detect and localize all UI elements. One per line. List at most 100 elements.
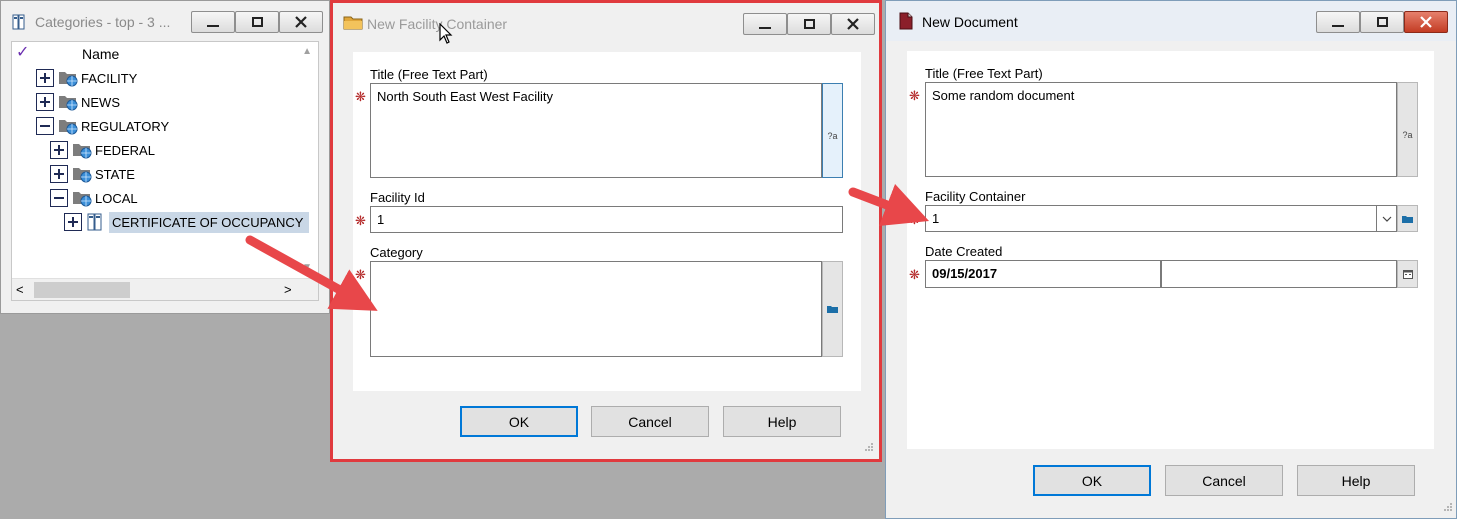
ok-button[interactable]: OK	[460, 406, 578, 437]
tree-item[interactable]: FEDERAL	[50, 139, 155, 161]
scroll-up-icon[interactable]: ▲	[302, 46, 312, 57]
category-label: Category	[370, 245, 423, 260]
collapse-icon[interactable]	[36, 117, 54, 135]
resize-grip-icon[interactable]	[863, 441, 873, 451]
chevron-down-icon	[1382, 216, 1391, 222]
folder-globe-icon	[72, 165, 92, 183]
horizontal-scrollbar[interactable]: < >	[12, 278, 318, 300]
maximize-button[interactable]	[787, 13, 831, 35]
maximize-icon	[803, 19, 815, 29]
scrollbar-thumb[interactable]	[34, 282, 130, 298]
title-lookup-button[interactable]: ?a	[822, 83, 843, 178]
date-picker-button[interactable]	[1397, 260, 1418, 288]
folder-icon	[343, 13, 363, 31]
scroll-down-icon[interactable]: ▼	[302, 262, 312, 273]
category-input[interactable]	[370, 261, 822, 357]
facility-titlebar[interactable]: New Facility Container	[333, 3, 879, 44]
title-field-input[interactable]: Some random document	[925, 82, 1397, 177]
close-icon	[295, 16, 307, 28]
categories-titlebar[interactable]: Categories - top - 3 ...	[1, 1, 329, 41]
title-field-input[interactable]: North South East West Facility	[370, 83, 822, 178]
facility-title: New Facility Container	[367, 16, 508, 32]
document-icon	[898, 12, 916, 30]
folder-globe-icon	[58, 117, 78, 135]
close-button[interactable]	[279, 11, 323, 33]
facility-container-select[interactable]: 1	[925, 205, 1377, 232]
tree-item-label: STATE	[95, 166, 135, 182]
maximize-icon	[251, 17, 263, 27]
folder-globe-icon	[72, 141, 92, 159]
cancel-button[interactable]: Cancel	[1165, 465, 1283, 496]
check-mark-icon: ✓	[16, 44, 30, 61]
minimize-button[interactable]	[743, 13, 787, 35]
title-field-label: Title (Free Text Part)	[370, 67, 488, 82]
tree-item[interactable]: LOCAL	[50, 187, 138, 209]
help-button[interactable]: Help	[723, 406, 841, 437]
facility-container-browse-button[interactable]	[1397, 205, 1418, 232]
time-input[interactable]	[1161, 260, 1397, 288]
close-icon	[1420, 16, 1432, 28]
required-marker: ❋	[355, 89, 366, 104]
document-dialog: New Document Title (Free Text Part) ❋ So…	[885, 0, 1457, 519]
category-tree[interactable]: ✓ Name ▲ ▼ FACILITY NEWS REGULATORY FEDERAL…	[11, 41, 319, 301]
expand-icon[interactable]	[64, 213, 82, 231]
maximize-button[interactable]	[1360, 11, 1404, 33]
tree-item[interactable]: FACILITY	[36, 67, 137, 89]
required-marker: ❋	[909, 88, 920, 103]
ok-button[interactable]: OK	[1033, 465, 1151, 496]
close-button[interactable]	[831, 13, 875, 35]
folder-globe-icon	[72, 189, 92, 207]
category-icon	[86, 213, 106, 231]
calendar-icon	[1402, 269, 1413, 279]
collapse-icon[interactable]	[50, 189, 68, 207]
date-created-label: Date Created	[925, 244, 1003, 259]
name-column-header[interactable]: Name	[82, 46, 119, 62]
folder-globe-icon	[58, 69, 78, 87]
cancel-button[interactable]: Cancel	[591, 406, 709, 437]
tree-item-label: FEDERAL	[95, 142, 155, 158]
minimize-icon	[759, 27, 771, 29]
date-input[interactable]: 09/15/2017	[925, 260, 1161, 288]
tree-item[interactable]: REGULATORY	[36, 115, 169, 137]
facility-form-panel: Title (Free Text Part) ❋ North South Eas…	[353, 52, 861, 391]
minimize-button[interactable]	[191, 11, 235, 33]
tree-item[interactable]: CERTIFICATE OF OCCUPANCY	[64, 211, 310, 233]
expand-icon[interactable]	[36, 69, 54, 87]
tree-item-label: FACILITY	[81, 70, 138, 86]
folder-browse-icon	[1402, 215, 1413, 223]
help-button[interactable]: Help	[1297, 465, 1415, 496]
required-marker: ❋	[355, 267, 366, 282]
minimize-icon	[207, 25, 219, 27]
tree-item-label: LOCAL	[95, 190, 138, 206]
expand-icon[interactable]	[36, 93, 54, 111]
close-button[interactable]	[1404, 11, 1448, 33]
folder-browse-icon	[827, 306, 838, 313]
mouse-cursor-icon	[439, 22, 453, 48]
scroll-right-arrow[interactable]: >	[284, 282, 292, 297]
tree-item[interactable]: NEWS	[36, 91, 120, 113]
facility-container-label: Facility Container	[925, 189, 1026, 204]
maximize-button[interactable]	[235, 11, 279, 33]
resize-grip-icon[interactable]	[1442, 501, 1452, 511]
expand-icon[interactable]	[50, 165, 68, 183]
required-marker: ❋	[909, 212, 920, 227]
facility-dialog: New Facility Container Title (Free Text …	[330, 0, 882, 462]
categories-title: Categories - top - 3 ...	[35, 14, 171, 30]
facility-id-input[interactable]: 1	[370, 206, 843, 233]
tree-item-label: CERTIFICATE OF OCCUPANCY	[109, 211, 310, 233]
tree-item[interactable]: STATE	[50, 163, 135, 185]
categories-icon	[11, 13, 29, 31]
folder-globe-icon	[58, 93, 78, 111]
document-titlebar[interactable]: New Document	[886, 1, 1456, 41]
tree-item-label: REGULATORY	[81, 118, 170, 134]
required-marker: ❋	[909, 267, 920, 282]
expand-icon[interactable]	[50, 141, 68, 159]
title-lookup-button[interactable]: ?a	[1397, 82, 1418, 177]
document-form-panel: Title (Free Text Part) ❋ Some random doc…	[907, 51, 1434, 449]
minimize-button[interactable]	[1316, 11, 1360, 33]
category-browse-button[interactable]	[822, 261, 843, 357]
document-title: New Document	[922, 14, 1018, 30]
text-lookup-icon: ?a	[1402, 129, 1413, 140]
scroll-left-arrow[interactable]: <	[16, 282, 24, 297]
facility-container-dropdown-button[interactable]	[1376, 205, 1397, 232]
